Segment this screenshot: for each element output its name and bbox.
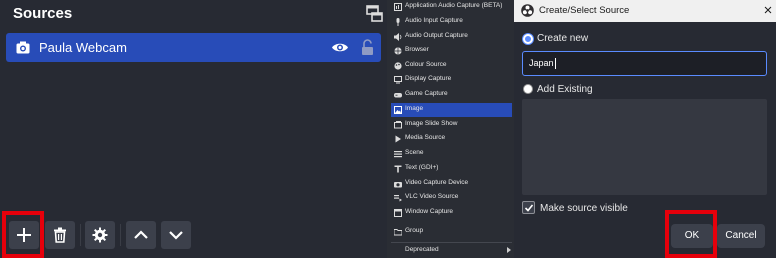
menu-item-label: VLC Video Source [405,193,459,200]
menu-item-label: Group [405,227,424,234]
playlist-icon [394,195,402,202]
menu-item-audio-input[interactable]: Audio Input Capture [391,15,512,29]
sources-header: Sources [0,0,387,30]
source-properties-button[interactable] [85,221,115,249]
menu-item-label: Game Capture [405,90,448,97]
eye-icon[interactable] [331,41,349,54]
menu-item-label: Colour Source [405,61,447,68]
highlight-box-add [2,211,44,258]
add-source-menu: Application Audio Capture (BETA) Audio I… [387,0,514,258]
gear-icon [92,227,108,243]
create-select-source-dialog: Create/Select Source Create new Japan Ad… [514,0,776,258]
submenu-arrow-icon [507,247,511,253]
globe-icon [394,47,402,55]
menu-divider [391,242,512,243]
image-icon [394,106,402,114]
close-icon[interactable] [762,3,774,17]
menu-item-label: Video Capture Device [405,179,469,186]
remove-source-button[interactable] [45,221,75,249]
add-existing-label: Add Existing [537,84,593,95]
create-new-label: Create new [537,33,589,44]
menu-item-label: Application Audio Capture (BETA) [405,2,503,9]
menu-item-vlc-video-source[interactable]: VLC Video Source [391,191,512,205]
menu-item-label: Text (GDI+) [405,164,439,171]
make-visible-label: Make source visible [540,203,628,214]
slideshow-icon [394,121,402,129]
undock-icon[interactable] [366,5,383,23]
menu-item-image-slide-show[interactable]: Image Slide Show [391,118,512,132]
speaker-icon [394,33,402,41]
create-new-radio[interactable] [523,34,533,44]
cancel-button[interactable]: Cancel [717,224,765,248]
menu-item-label: Scene [405,149,424,156]
menu-item-label: Window Capture [405,208,454,215]
unlock-icon[interactable] [361,39,374,56]
source-item[interactable]: Paula Webcam [6,33,381,62]
add-existing-radio[interactable] [523,84,533,94]
menu-item-label: Media Source [405,134,446,141]
highlight-box-ok [665,210,717,258]
app-audio-icon [394,3,402,11]
menu-item-audio-output[interactable]: Audio Output Capture [391,30,512,44]
source-name-value: Japan [529,58,554,68]
menu-item-browser[interactable]: Browser [391,44,512,58]
move-down-button[interactable] [161,221,191,249]
text-icon [394,165,402,173]
menu-item-display-capture[interactable]: Display Capture [391,73,512,87]
source-name-input[interactable]: Japan [522,51,767,76]
menu-item-media-source[interactable]: Media Source [391,132,512,146]
menu-item-text-gdi[interactable]: Text (GDI+) [391,162,512,176]
chevron-up-icon [134,230,148,239]
menu-item-label: Audio Input Capture [405,17,463,24]
obs-logo-icon [521,4,534,17]
checkmark-icon [524,204,534,212]
menu-item-label: Browser [405,46,429,53]
toolbar-separator [80,224,81,246]
screen: Sources Paula Webcam Application Audio C… [0,0,776,258]
palette-icon [394,62,402,70]
menu-item-video-capture-device[interactable]: Video Capture Device [391,177,512,191]
existing-sources-list[interactable] [522,99,767,195]
menu-item-image[interactable]: Image [391,103,512,117]
camera-icon [394,182,402,188]
menu-item-colour-source[interactable]: Colour Source [391,59,512,73]
text-caret [554,58,556,70]
window-icon [394,209,402,217]
menu-item-game-capture[interactable]: Game Capture [391,88,512,102]
list-icon [394,151,402,158]
chevron-down-icon [169,231,183,240]
menu-item-deprecated[interactable]: Deprecated [391,244,512,258]
menu-item-label: Audio Output Capture [405,32,468,39]
menu-item-group[interactable]: Group [391,225,512,239]
toolbar-separator [120,224,121,246]
menu-item-label: Image [405,105,424,112]
microphone-icon [396,18,400,26]
menu-item-app-audio[interactable]: Application Audio Capture (BETA) [391,0,512,14]
sources-dock: Sources Paula Webcam [0,0,387,258]
gamepad-icon [394,93,402,98]
menu-item-label: Display Capture [405,75,452,82]
move-up-button[interactable] [126,221,156,249]
dialog-titlebar: Create/Select Source [514,0,776,22]
menu-item-scene[interactable]: Scene [391,147,512,161]
folder-icon [394,229,402,236]
menu-item-window-capture[interactable]: Window Capture [391,206,512,220]
menu-item-label: Deprecated [405,246,439,253]
make-visible-checkbox[interactable] [522,201,535,214]
monitor-icon [394,76,402,84]
play-icon [395,135,401,143]
camera-icon [16,41,30,54]
source-name: Paula Webcam [39,40,127,55]
trash-icon [54,227,66,243]
dialog-title: Create/Select Source [539,5,630,16]
sources-title: Sources [13,5,73,22]
menu-item-label: Image Slide Show [405,120,458,127]
